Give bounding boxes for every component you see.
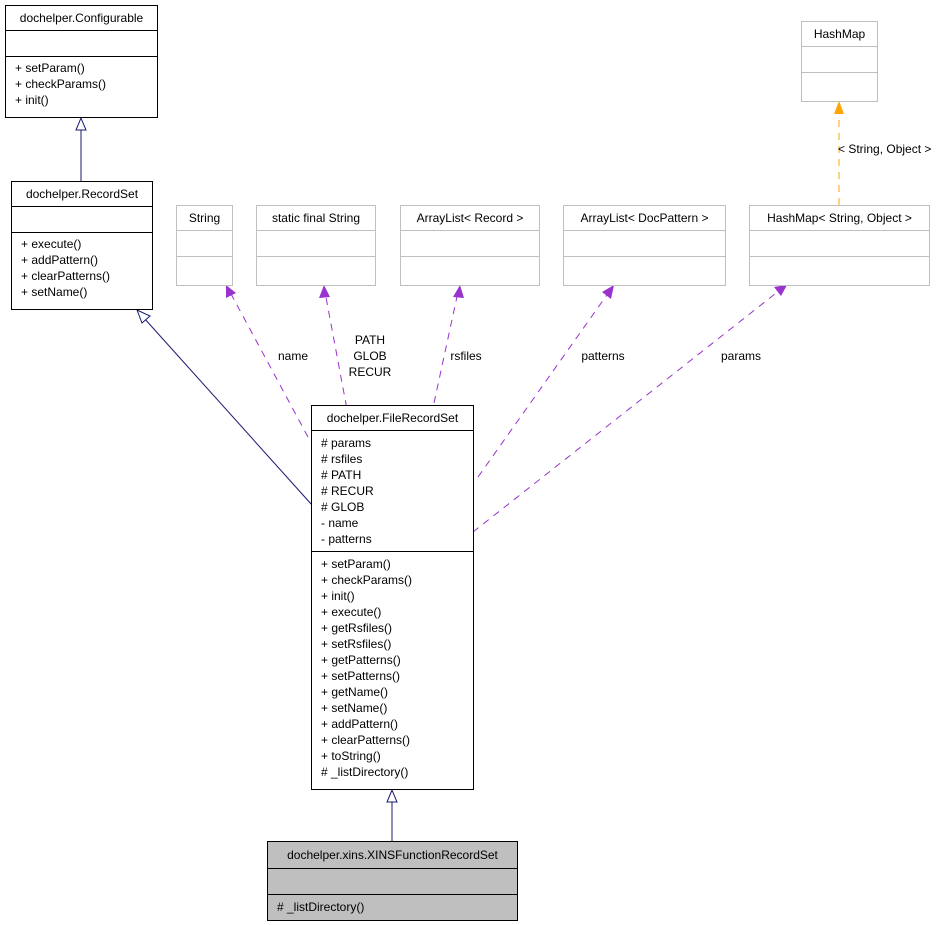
attributes-section xyxy=(257,230,375,256)
class-recordset[interactable]: dochelper.RecordSet + execute() + addPat… xyxy=(11,181,153,310)
methods-section xyxy=(564,256,725,282)
usage-arrowhead xyxy=(453,285,464,298)
attributes-section xyxy=(12,206,152,232)
method: + getPatterns() xyxy=(321,653,401,667)
edge-label-path: PATH xyxy=(354,333,386,347)
attributes-section xyxy=(802,46,877,72)
class-title: ArrayList< DocPattern > xyxy=(580,211,709,225)
attribute: # GLOB xyxy=(321,500,365,514)
usage-arrowhead xyxy=(319,285,330,298)
method: # _listDirectory() xyxy=(321,765,409,779)
attributes-section: # params # rsfiles # PATH # RECUR # GLOB… xyxy=(312,430,473,551)
usage-arrowhead xyxy=(774,285,787,296)
diagram-edges xyxy=(75,101,844,841)
attribute: # rsfiles xyxy=(321,452,363,466)
class-hashmap-string-object[interactable]: HashMap< String, Object > xyxy=(749,205,930,286)
methods-section: # _listDirectory() xyxy=(268,894,517,918)
method: + checkParams() xyxy=(15,77,107,91)
methods-section xyxy=(177,256,232,282)
attributes-section xyxy=(177,230,232,256)
method: + execute() xyxy=(321,605,382,619)
methods-section xyxy=(802,72,877,98)
methods-section xyxy=(750,256,929,282)
method: + addPattern() xyxy=(321,717,399,731)
edge-label-recur: RECUR xyxy=(348,365,392,379)
usage-edge-params xyxy=(472,289,781,533)
attributes-section xyxy=(6,30,157,56)
class-title: String xyxy=(188,211,221,225)
method: + toString() xyxy=(321,749,381,763)
class-xinsfunctionrecordset[interactable]: dochelper.xins.XINSFunctionRecordSet # _… xyxy=(267,841,518,921)
inheritance-arrowhead xyxy=(75,116,87,131)
class-filerecordset[interactable]: dochelper.FileRecordSet # params # rsfil… xyxy=(311,405,474,790)
edge-label-rsfiles: rsfiles xyxy=(450,349,482,363)
method: + setName() xyxy=(21,285,88,299)
class-hashmap[interactable]: HashMap xyxy=(801,21,878,102)
attributes-section xyxy=(750,230,929,256)
method: + setParam() xyxy=(321,557,391,571)
class-string[interactable]: String xyxy=(176,205,233,286)
class-configurable[interactable]: dochelper.Configurable + setParam() + ch… xyxy=(5,5,158,118)
attributes-section xyxy=(268,868,517,894)
method: + init() xyxy=(321,589,355,603)
class-title: HashMap xyxy=(813,27,866,41)
method: + setName() xyxy=(321,701,388,715)
inheritance-edge-filerecordset-recordset xyxy=(143,317,313,506)
class-arraylist-record[interactable]: ArrayList< Record > xyxy=(400,205,540,286)
attribute: # PATH xyxy=(321,468,362,482)
class-title: HashMap< String, Object > xyxy=(767,211,912,225)
method: + addPattern() xyxy=(21,253,99,267)
method: + clearPatterns() xyxy=(321,733,411,747)
class-title: static final String xyxy=(271,211,361,225)
edge-label-patterns: patterns xyxy=(581,349,625,363)
attribute: - patterns xyxy=(321,532,372,546)
class-arraylist-docpattern[interactable]: ArrayList< DocPattern > xyxy=(563,205,726,286)
method: + setParam() xyxy=(15,61,85,75)
attribute: # RECUR xyxy=(321,484,374,498)
method: + execute() xyxy=(21,237,82,251)
usage-edge-name xyxy=(229,291,309,438)
methods-section xyxy=(401,256,539,282)
methods-section: + setParam() + checkParams() + init() xyxy=(6,56,157,111)
class-title: dochelper.xins.XINSFunctionRecordSet xyxy=(287,848,498,862)
class-title: dochelper.RecordSet xyxy=(25,187,139,201)
template-arrowhead xyxy=(834,101,844,114)
usage-edge-patterns xyxy=(477,291,610,478)
edge-label-params: params xyxy=(720,349,761,363)
attribute: - name xyxy=(321,516,359,530)
methods-section: + setParam() + checkParams() + init() + … xyxy=(312,551,473,783)
edge-label-name: name xyxy=(277,349,309,363)
class-static-final-string[interactable]: static final String xyxy=(256,205,376,286)
methods-section: + execute() + addPattern() + clearPatter… xyxy=(12,232,152,303)
attributes-section xyxy=(401,230,539,256)
method: + setPatterns() xyxy=(321,669,401,683)
method: + setRsfiles() xyxy=(321,637,392,651)
method: + clearPatterns() xyxy=(21,269,111,283)
class-title: ArrayList< Record > xyxy=(416,211,524,225)
edge-label-static-fields: PATH GLOB RECUR xyxy=(340,332,400,380)
inheritance-arrowhead xyxy=(386,788,398,803)
method: # _listDirectory() xyxy=(277,900,365,914)
usage-arrowhead xyxy=(226,285,236,298)
methods-section xyxy=(257,256,375,282)
method: + getName() xyxy=(321,685,389,699)
edge-label-glob: GLOB xyxy=(353,349,387,363)
class-title: dochelper.FileRecordSet xyxy=(326,411,459,425)
method: + checkParams() xyxy=(321,573,413,587)
inheritance-arrowhead xyxy=(136,309,151,324)
attributes-section xyxy=(564,230,725,256)
method: + init() xyxy=(15,93,49,107)
method: + getRsfiles() xyxy=(321,621,393,635)
edge-label-template: < String, Object > xyxy=(838,142,932,156)
class-title: dochelper.Configurable xyxy=(19,11,144,25)
attribute: # params xyxy=(321,436,372,450)
usage-arrowhead xyxy=(602,285,614,299)
